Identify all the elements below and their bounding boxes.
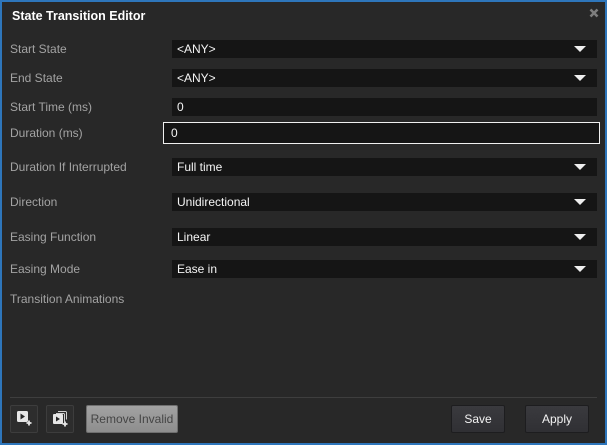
form-row: Start State <ANY>: [2, 40, 605, 58]
close-icon: [588, 7, 600, 19]
start-state-value: <ANY>: [177, 42, 216, 56]
easing-mode-value: Ease in: [177, 262, 217, 276]
easing-function-value: Linear: [177, 230, 210, 244]
titlebar: State Transition Editor: [2, 2, 605, 30]
direction-value: Unidirectional: [177, 195, 250, 209]
chevron-down-icon: [574, 199, 586, 205]
form-row: End State <ANY>: [2, 69, 605, 87]
transition-animations-label: Transition Animations: [10, 290, 124, 308]
start-time-field-wrap: [172, 98, 597, 116]
add-multiple-transitions-icon: [50, 408, 70, 431]
chevron-down-icon: [574, 46, 586, 52]
start-time-label: Start Time (ms): [10, 98, 92, 116]
add-transition-icon: [14, 408, 34, 431]
end-state-label: End State: [10, 69, 63, 87]
form-row: Transition Animations: [2, 290, 605, 308]
start-state-dropdown[interactable]: <ANY>: [172, 40, 597, 58]
direction-dropdown[interactable]: Unidirectional: [172, 193, 597, 211]
add-transition-button[interactable]: [10, 405, 38, 433]
easing-function-dropdown[interactable]: Linear: [172, 228, 597, 246]
add-multiple-transitions-button[interactable]: [46, 405, 74, 433]
chevron-down-icon: [574, 164, 586, 170]
chevron-down-icon: [574, 75, 586, 81]
close-button[interactable]: [586, 5, 602, 21]
dialog-title: State Transition Editor: [12, 9, 145, 23]
form-row: Start Time (ms): [2, 98, 605, 116]
form-row: Duration If Interrupted Full time: [2, 158, 605, 176]
start-state-label: Start State: [10, 40, 67, 58]
duration-if-interrupted-value: Full time: [177, 160, 222, 174]
chevron-down-icon: [574, 266, 586, 272]
remove-invalid-button[interactable]: Remove Invalid: [86, 405, 178, 433]
duration-label: Duration (ms): [10, 124, 83, 142]
duration-input[interactable]: [164, 123, 599, 143]
form-row: Direction Unidirectional: [2, 193, 605, 211]
easing-function-label: Easing Function: [10, 228, 96, 246]
state-transition-editor-dialog: State Transition Editor Start State <ANY…: [0, 0, 607, 445]
form-row: Easing Mode Ease in: [2, 260, 605, 278]
save-button[interactable]: Save: [451, 405, 505, 433]
form-row: Easing Function Linear: [2, 228, 605, 246]
easing-mode-label: Easing Mode: [10, 260, 80, 278]
easing-mode-dropdown[interactable]: Ease in: [172, 260, 597, 278]
duration-if-interrupted-dropdown[interactable]: Full time: [172, 158, 597, 176]
apply-button[interactable]: Apply: [525, 405, 589, 433]
duration-field-wrap: [163, 122, 600, 144]
end-state-value: <ANY>: [177, 71, 216, 85]
end-state-dropdown[interactable]: <ANY>: [172, 69, 597, 87]
footer-divider: [10, 397, 597, 398]
form-row: Duration (ms): [2, 124, 605, 142]
chevron-down-icon: [574, 234, 586, 240]
duration-if-interrupted-label: Duration If Interrupted: [10, 158, 127, 176]
direction-label: Direction: [10, 193, 57, 211]
start-time-input[interactable]: [172, 98, 597, 116]
